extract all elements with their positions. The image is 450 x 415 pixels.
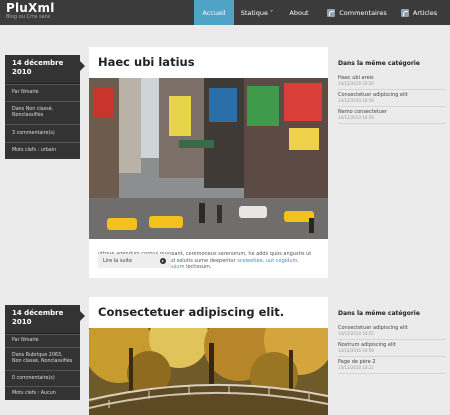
site-title[interactable]: PluXml <box>6 1 55 15</box>
nav-about[interactable]: About <box>280 0 318 25</box>
read-more-label: Lire la suite <box>103 258 133 264</box>
article-category[interactable]: Dans Rubrique 2063, Non classé, Nonclass… <box>5 347 80 370</box>
article-card: Consectetuer adipiscing elit. <box>89 297 328 415</box>
related-item[interactable]: Consectetuer adipiscing elit 14/12/2010 … <box>338 90 446 107</box>
article-date: 14 décembre 2010 <box>5 305 80 334</box>
nav-home-label: Accueil <box>202 8 226 17</box>
nav-about-label: About <box>289 8 309 17</box>
article-comment-count[interactable]: 3 commentaire(s) <box>5 124 80 142</box>
nav-static-menu[interactable]: Statique ˅ <box>234 0 280 25</box>
related-item-date: 14/12/2010 10:50 <box>338 81 374 86</box>
article-image-city <box>89 78 328 239</box>
site-header: PluXml Blog ou Cms sans Accueil Statique… <box>0 0 450 25</box>
article-comment-count[interactable]: 0 commentaire(s) <box>5 370 80 386</box>
related-item-date: 14/12/2010 10:55 <box>338 331 374 336</box>
panel-arrow <box>80 311 85 321</box>
article-title[interactable]: Haec ubi latius <box>98 55 195 69</box>
article-title[interactable]: Consectetuer adipiscing elit. <box>98 305 284 319</box>
rss-icon <box>400 8 409 17</box>
nav-comments-feed[interactable]: Commentaires <box>322 0 392 25</box>
article-image-park <box>89 328 328 415</box>
related-posts: Dans la même catégorie Consectetuer adip… <box>338 310 446 374</box>
nav-static-label: Statique ˅ <box>240 8 274 17</box>
excerpt-tail: lectissum. <box>186 264 212 271</box>
nav-comments-label: Commentaires <box>339 8 387 17</box>
related-heading: Dans la même catégorie <box>338 310 420 317</box>
article-date-panel: 14 décembre 2010 Par Nmarie Dans Rubriqu… <box>5 305 85 400</box>
panel-arrow <box>80 61 85 71</box>
related-heading: Dans la même catégorie <box>338 60 420 67</box>
article-tags[interactable]: Mots clefs : urbain <box>5 142 80 159</box>
read-more-button[interactable]: Lire la suite <box>98 254 171 268</box>
related-item-date: 14/12/2010 10:59 <box>338 348 374 353</box>
autumn-park-photo <box>89 328 328 415</box>
nav-articles-label: Articles <box>412 8 438 17</box>
related-item[interactable]: Consectetuer adipiscing elit 14/12/2010 … <box>338 323 446 340</box>
related-item[interactable]: Page de père 2 14/12/2010 10:21 <box>338 357 446 374</box>
related-item[interactable]: Haec ubi areis 14/12/2010 10:50 <box>338 73 446 90</box>
related-item-date: 14/12/2010 10:59 <box>338 115 374 120</box>
related-posts: Dans la même catégorie Haec ubi areis 14… <box>338 60 446 124</box>
article-card: Haec ubi latius uttque <box>89 47 328 278</box>
nav-home[interactable]: Accueil <box>194 0 234 25</box>
article-date-panel: 14 décembre 2010 Par Nmarie Dans Non cla… <box>5 55 85 159</box>
site-tagline: Blog ou Cms sans <box>6 14 51 20</box>
rss-icon <box>327 8 336 17</box>
nav-articles-feed[interactable]: Articles <box>393 0 445 25</box>
arrow-right-icon <box>160 258 166 264</box>
article-author[interactable]: Par Nmarie <box>5 84 80 101</box>
article-date: 14 décembre 2010 <box>5 55 80 84</box>
article-tags[interactable]: Mots clefs : Aucun <box>5 386 80 400</box>
article-category[interactable]: Dans Non classé, Nonclassifiés <box>5 101 80 124</box>
related-item-date: 14/12/2010 10:21 <box>338 365 374 370</box>
city-street-photo <box>89 78 328 239</box>
article-author[interactable]: Par Nmarie <box>5 334 80 347</box>
related-item[interactable]: Nemo consectetuer 14/12/2010 10:59 <box>338 107 446 124</box>
related-item-date: 14/12/2010 10:59 <box>338 98 374 103</box>
related-item[interactable]: Nostrum adipiscing elit 14/12/2010 10:59 <box>338 340 446 357</box>
